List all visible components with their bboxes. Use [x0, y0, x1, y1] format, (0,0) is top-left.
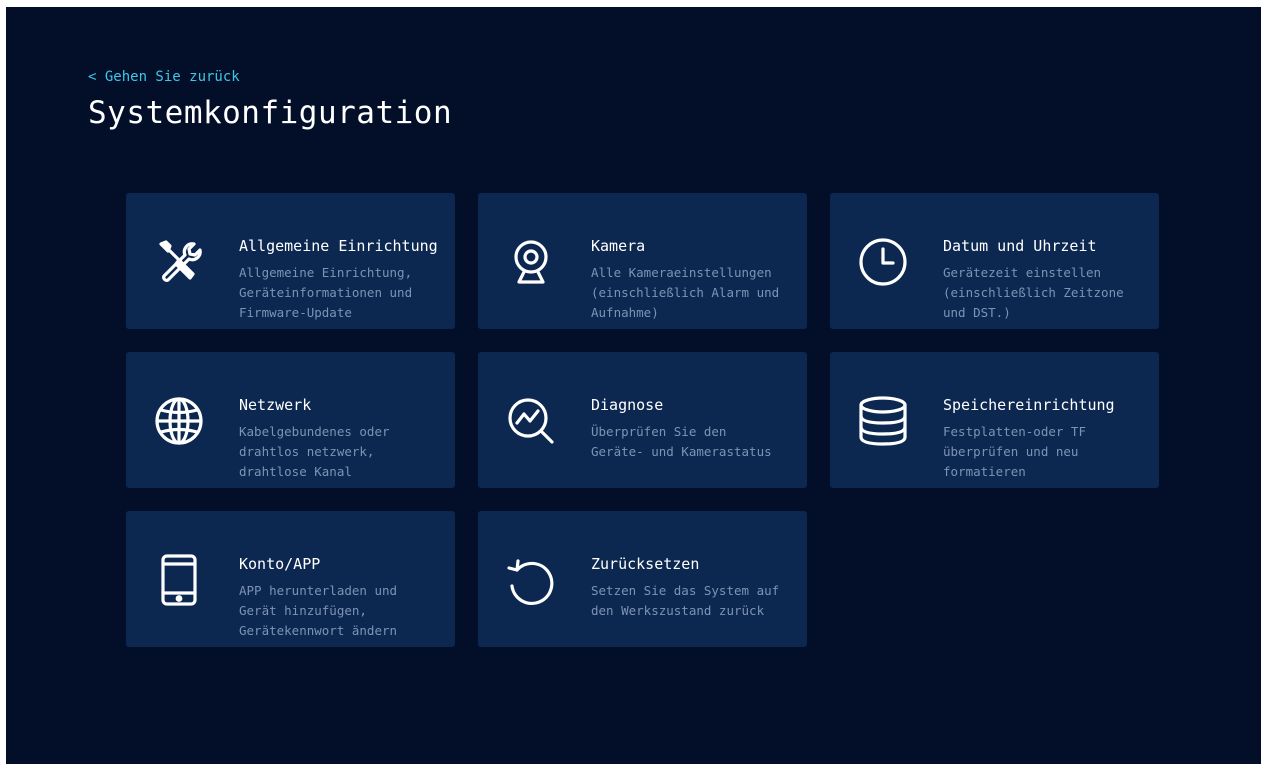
card-reset[interactable]: Zurücksetzen Setzen Sie das System auf d…: [478, 511, 807, 647]
tools-icon: [152, 235, 206, 289]
reset-icon: [504, 553, 558, 607]
settings-screen: < Gehen Sie zurück Systemkonfiguration A…: [6, 7, 1261, 764]
card-description-line: Geräteinformationen und: [239, 285, 413, 300]
card-camera[interactable]: Kamera Alle Kameraeinstellungen (einschl…: [478, 193, 807, 329]
back-link[interactable]: < Gehen Sie zurück: [88, 69, 240, 85]
card-description-line: und DST.): [943, 305, 1011, 320]
card-general-setup[interactable]: Allgemeine Einrichtung Allgemeine Einric…: [126, 193, 455, 329]
card-description-line: Geräte- und Kamerastatus: [591, 444, 772, 459]
card-storage[interactable]: Speichereinrichtung Festplatten-oder TF …: [830, 352, 1159, 488]
card-title: Konto/APP: [239, 555, 321, 573]
card-description-line: (einschließlich Alarm und: [591, 285, 780, 300]
card-description-line: Überprüfen Sie den: [591, 424, 727, 439]
card-description: Setzen Sie das System auf den Werkszusta…: [591, 581, 799, 621]
card-title: Netzwerk: [239, 396, 312, 414]
card-description-line: Allgemeine Einrichtung,: [239, 265, 413, 280]
settings-grid: Allgemeine Einrichtung Allgemeine Einric…: [126, 193, 1160, 647]
card-title: Kamera: [591, 237, 646, 255]
card-description: Überprüfen Sie den Geräte- und Kamerasta…: [591, 422, 799, 462]
card-description: APP herunterladen und Gerät hinzufügen, …: [239, 581, 447, 641]
card-description-line: Kabelgebundenes oder: [239, 424, 390, 439]
card-description-line: Gerätekennwort ändern: [239, 623, 398, 638]
card-description-line: formatieren: [943, 464, 1026, 479]
webcam-icon: [504, 235, 558, 289]
card-title: Datum und Uhrzeit: [943, 237, 1097, 255]
database-icon: [856, 394, 910, 448]
card-description: Allgemeine Einrichtung, Geräteinformatio…: [239, 263, 447, 323]
card-title: Allgemeine Einrichtung: [239, 237, 438, 255]
page-title: Systemkonfiguration: [88, 95, 453, 131]
card-description-line: Festplatten-oder TF: [943, 424, 1086, 439]
card-description: Kabelgebundenes oder drahtlos netzwerk, …: [239, 422, 447, 482]
card-description-line: Setzen Sie das System auf: [591, 583, 780, 598]
card-description-line: überprüfen und neu: [943, 444, 1079, 459]
card-description-line: Gerät hinzufügen,: [239, 603, 367, 618]
card-title: Diagnose: [591, 396, 664, 414]
clock-icon: [856, 235, 910, 289]
card-description-line: Alle Kameraeinstellungen: [591, 265, 772, 280]
globe-icon: [152, 394, 206, 448]
diagnosis-icon: [504, 394, 558, 448]
card-description-line: den Werkszustand zurück: [591, 603, 765, 618]
card-description-line: APP herunterladen und: [239, 583, 398, 598]
card-description-line: (einschließlich Zeitzone: [943, 285, 1124, 300]
phone-icon: [152, 553, 206, 607]
card-description: Festplatten-oder TF überprüfen und neu f…: [943, 422, 1151, 482]
card-title: Zurücksetzen: [591, 555, 700, 573]
card-description-line: Aufnahme): [591, 305, 659, 320]
card-description-line: drahtlos netzwerk,: [239, 444, 375, 459]
card-description-line: Gerätezeit einstellen: [943, 265, 1102, 280]
card-title: Speichereinrichtung: [943, 396, 1115, 414]
card-network[interactable]: Netzwerk Kabelgebundenes oder drahtlos n…: [126, 352, 455, 488]
card-description-line: Firmware-Update: [239, 305, 352, 320]
card-date-time[interactable]: Datum und Uhrzeit Gerätezeit einstellen …: [830, 193, 1159, 329]
card-description: Alle Kameraeinstellungen (einschließlich…: [591, 263, 799, 323]
card-description-line: drahtlose Kanal: [239, 464, 352, 479]
card-diagnosis[interactable]: Diagnose Überprüfen Sie den Geräte- und …: [478, 352, 807, 488]
card-account-app[interactable]: Konto/APP APP herunterladen und Gerät hi…: [126, 511, 455, 647]
card-description: Gerätezeit einstellen (einschließlich Ze…: [943, 263, 1151, 323]
